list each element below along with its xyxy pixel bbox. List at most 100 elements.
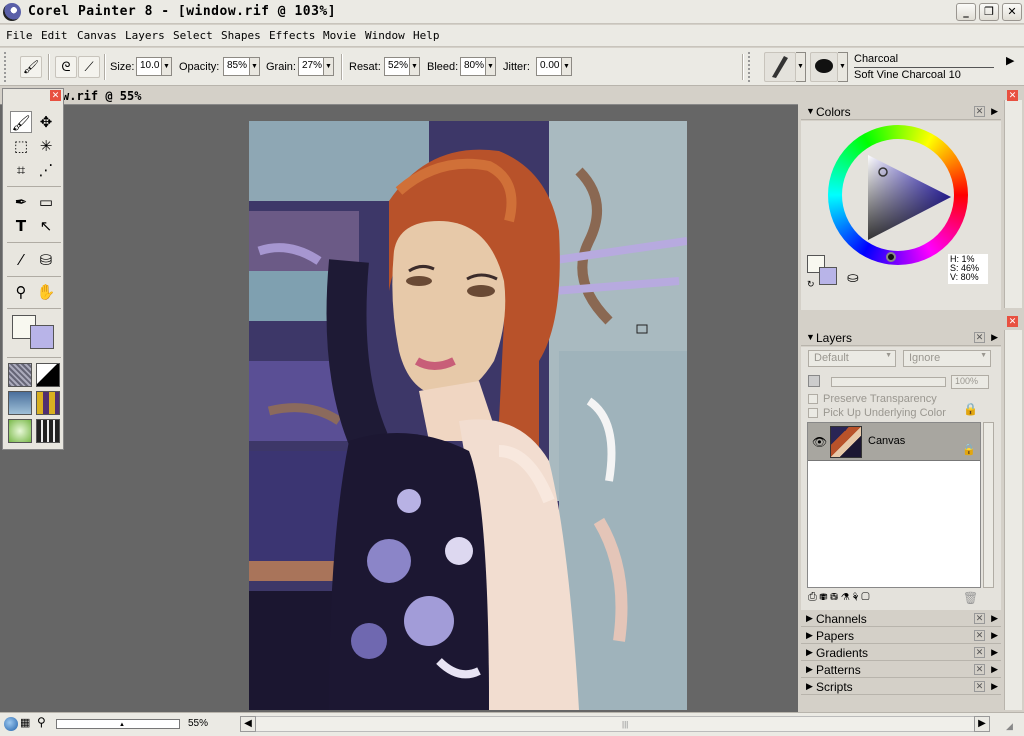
- colors-palette-close-button[interactable]: ✕: [1007, 90, 1018, 101]
- pattern-selector-icon[interactable]: [8, 391, 32, 415]
- painting-canvas[interactable]: [249, 121, 687, 710]
- menu-edit[interactable]: Edit: [41, 29, 68, 42]
- bleed-dropdown-icon[interactable]: ▼: [486, 57, 496, 76]
- layer-command-icons[interactable]: ⎙⛃⛁⚗⚘▢: [808, 591, 873, 604]
- channels-panel-header[interactable]: ▶ Channels ✕ ▶: [801, 611, 1001, 627]
- layers-panel-scrollbar[interactable]: [1004, 330, 1022, 710]
- look-selector-icon[interactable]: [36, 419, 60, 443]
- patterns-panel-close-icon[interactable]: ✕: [974, 664, 985, 675]
- brush-category-name[interactable]: Charcoal: [854, 53, 898, 65]
- colors-panel-scrollbar[interactable]: [1004, 100, 1022, 308]
- layer-lock-icon[interactable]: 🔒: [962, 443, 976, 456]
- pen-icon[interactable]: ✒: [10, 191, 32, 213]
- layers-panel-menu-icon[interactable]: ▶: [991, 332, 998, 343]
- resat-dropdown-icon[interactable]: ▼: [410, 57, 420, 76]
- gradients-panel-header[interactable]: ▶ Gradients ✕ ▶: [801, 645, 1001, 661]
- menu-file[interactable]: File: [6, 29, 33, 42]
- preserve-transparency-checkbox[interactable]: [808, 394, 818, 404]
- expand-triangle-icon[interactable]: ▶: [806, 613, 813, 624]
- brush-variant-name[interactable]: Soft Vine Charcoal 10: [854, 69, 961, 81]
- straight-line-icon[interactable]: ⟋: [78, 56, 100, 78]
- paper-selector-icon[interactable]: [8, 363, 32, 387]
- composite-method-select[interactable]: Default ▼: [808, 350, 896, 367]
- brush-variant-icon[interactable]: [810, 52, 838, 82]
- selection-adjuster-icon[interactable]: ⋰: [35, 159, 57, 181]
- zoom-icon[interactable]: ⚲: [37, 715, 46, 729]
- swap-colors-icon[interactable]: ↻: [807, 279, 815, 290]
- collapse-triangle-icon[interactable]: ▼: [806, 332, 815, 342]
- horizontal-scrollbar[interactable]: |||: [256, 716, 974, 732]
- magic-wand-icon[interactable]: ✳: [35, 135, 57, 157]
- drawing-mode-icon[interactable]: [4, 717, 18, 731]
- jitter-field[interactable]: 0.00: [536, 57, 562, 76]
- visibility-eye-icon[interactable]: 👁: [812, 435, 827, 449]
- layers-panel-header[interactable]: ▼ Layers ✕ ▶: [801, 330, 1001, 346]
- saturation-value-triangle[interactable]: [846, 145, 956, 245]
- papers-panel-menu-icon[interactable]: ▶: [991, 630, 998, 641]
- scroll-right-button[interactable]: ▶: [974, 716, 990, 732]
- layers-panel-close-icon[interactable]: ✕: [974, 332, 985, 343]
- weaving-selector-icon[interactable]: [36, 391, 60, 415]
- jitter-dropdown-icon[interactable]: ▼: [562, 57, 572, 76]
- expand-triangle-icon[interactable]: ▶: [806, 664, 813, 675]
- brush-selector-arrow-icon[interactable]: ▶: [1006, 54, 1014, 67]
- menu-help[interactable]: Help: [413, 29, 440, 42]
- scroll-left-button[interactable]: ◀: [240, 716, 256, 732]
- toolbox-close-button[interactable]: ✕: [50, 90, 61, 101]
- rectangular-selection-icon[interactable]: ⬚: [10, 135, 32, 157]
- delete-layer-icon[interactable]: 🗑: [963, 591, 978, 605]
- clone-color-stamp-icon[interactable]: ⛀: [847, 269, 859, 286]
- expand-triangle-icon[interactable]: ▶: [806, 630, 813, 641]
- size-dropdown-icon[interactable]: ▼: [162, 57, 172, 76]
- text-icon[interactable]: T: [10, 215, 32, 237]
- layer-row-canvas[interactable]: 👁 Canvas 🔒: [808, 423, 980, 461]
- layer-list-scrollbar[interactable]: [983, 422, 994, 588]
- scripts-panel-header[interactable]: ▶ Scripts ✕ ▶: [801, 679, 1001, 695]
- patterns-panel-header[interactable]: ▶ Patterns ✕ ▶: [801, 662, 1001, 678]
- menu-shapes[interactable]: Shapes: [221, 29, 261, 42]
- bleed-field[interactable]: 80%: [460, 57, 486, 76]
- restore-button[interactable]: ❐: [979, 3, 999, 21]
- nozzle-selector-icon[interactable]: [8, 419, 32, 443]
- brush-tool-icon[interactable]: 🖌: [20, 56, 42, 78]
- magnifier-icon[interactable]: ⚲: [10, 281, 32, 303]
- colors-panel-menu-icon[interactable]: ▶: [991, 106, 998, 117]
- dropper-icon[interactable]: ⁄: [10, 249, 32, 271]
- grabber-hand-icon[interactable]: ✋: [35, 281, 57, 303]
- channels-panel-menu-icon[interactable]: ▶: [991, 613, 998, 624]
- expand-triangle-icon[interactable]: ▶: [806, 681, 813, 692]
- colors-panel-header[interactable]: ▼ Colors ✕ ▶: [801, 104, 1001, 120]
- additional-color-swatch[interactable]: [30, 325, 54, 349]
- menu-layers[interactable]: Layers: [125, 29, 165, 42]
- lock-layer-icon[interactable]: 🔒: [963, 402, 978, 416]
- minimize-button[interactable]: _: [956, 3, 976, 21]
- menu-movie[interactable]: Movie: [323, 29, 356, 42]
- layer-adjuster-icon[interactable]: ✥: [35, 111, 57, 133]
- gradient-selector-icon[interactable]: [36, 363, 60, 387]
- colors-panel-close-icon[interactable]: ✕: [974, 106, 985, 117]
- layers-palette-close-button[interactable]: ✕: [1007, 316, 1018, 327]
- toolbar-grip[interactable]: [4, 52, 10, 82]
- brush-tool-icon[interactable]: 🖌: [10, 111, 32, 133]
- menu-canvas[interactable]: Canvas: [77, 29, 117, 42]
- scripts-panel-close-icon[interactable]: ✕: [974, 681, 985, 692]
- composite-depth-select[interactable]: Ignore ▼: [903, 350, 991, 367]
- brush-category-dropdown-icon[interactable]: ▼: [796, 52, 806, 82]
- opacity-field[interactable]: 85%: [223, 57, 250, 76]
- pick-up-underlying-checkbox[interactable]: [808, 408, 818, 418]
- view-mode-icon[interactable]: ▦: [20, 716, 30, 729]
- opacity-slider[interactable]: [831, 377, 946, 387]
- opacity-value-field[interactable]: 100%: [951, 375, 989, 389]
- crop-icon[interactable]: ⌗: [10, 159, 32, 181]
- papers-panel-close-icon[interactable]: ✕: [974, 630, 985, 641]
- grain-dropdown-icon[interactable]: ▼: [324, 57, 334, 76]
- paint-bucket-icon[interactable]: ⛁: [35, 249, 57, 271]
- menu-select[interactable]: Select: [173, 29, 213, 42]
- gradients-panel-close-icon[interactable]: ✕: [974, 647, 985, 658]
- channels-panel-close-icon[interactable]: ✕: [974, 613, 985, 624]
- grain-field[interactable]: 27%: [298, 57, 324, 76]
- freehand-stroke-icon[interactable]: ᘓ: [55, 56, 77, 78]
- resize-grip-icon[interactable]: ◢: [1006, 721, 1013, 732]
- close-button[interactable]: ✕: [1002, 3, 1022, 21]
- menu-effects[interactable]: Effects: [269, 29, 315, 42]
